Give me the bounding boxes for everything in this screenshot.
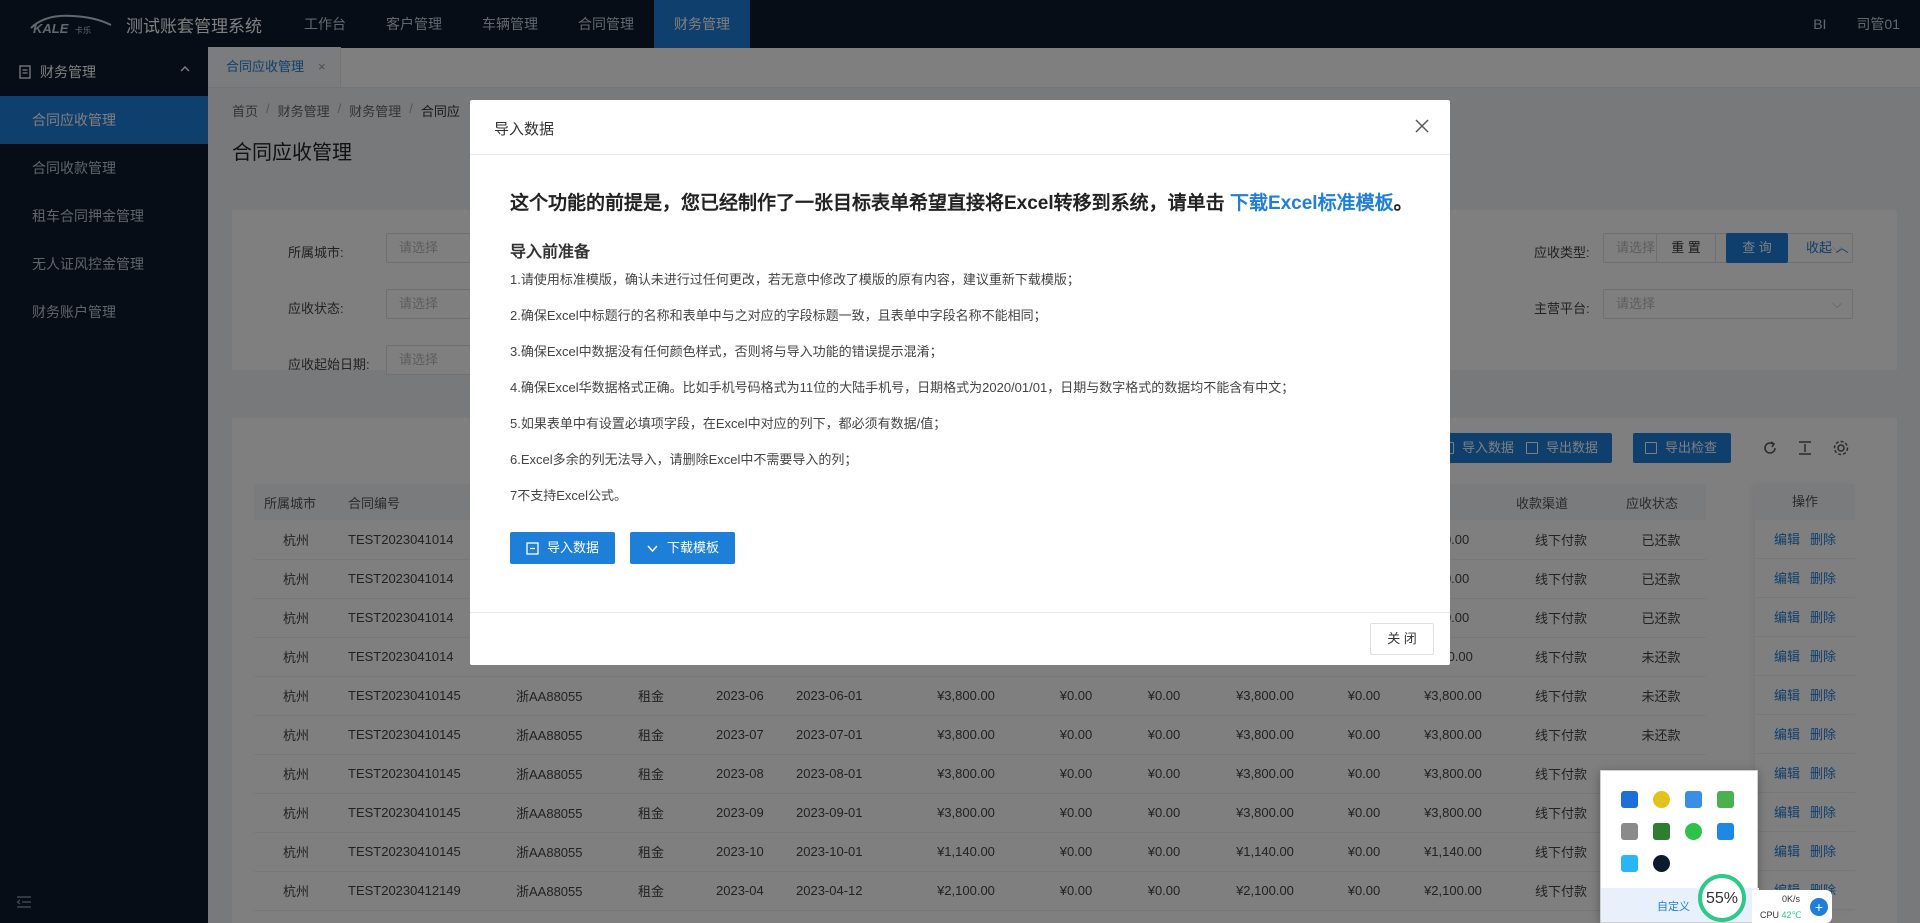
headline-end: 。: [1393, 193, 1413, 214]
rule-item: 1.请使用标准模版，确认未进行过任何更改，若无意中修改了模版的原有内容，建议重新…: [510, 272, 1080, 287]
import-dialog: 导入数据 这个功能的前提是，您已经制作了一张目标表单希望直接将Excel转移到系…: [470, 100, 1450, 665]
download-label: 下载模板: [667, 540, 720, 555]
preparation-heading: 导入前准备: [510, 244, 591, 261]
customize-link[interactable]: 自定义: [1657, 898, 1690, 914]
import-data-button[interactable]: 导入数据: [510, 532, 616, 564]
app-tray-icon[interactable]: [1621, 791, 1638, 808]
memory-gauge[interactable]: 55%: [1698, 874, 1746, 922]
rules-list: 1.请使用标准模版，确认未进行过任何更改，若无意中修改了模版的原有内容，建议重新…: [510, 271, 1294, 523]
wechat-tray-icon[interactable]: [1685, 823, 1702, 840]
dialog-title: 导入数据: [494, 121, 555, 138]
usb-tray-icon[interactable]: [1621, 823, 1638, 840]
dialog-headline: 这个功能的前提是，您已经制作了一张目标表单希望直接将Excel转移到系统，请单击…: [510, 188, 1413, 215]
dialog-footer: 关 闭: [470, 612, 1450, 665]
chevron-down-icon: [647, 545, 658, 553]
app-tray-icon[interactable]: [1685, 791, 1702, 808]
rule-item: 7不支持Excel公式。: [510, 488, 628, 503]
rule-item: 4.确保Excel华数据格式正确。比如手机号码格式为11位的大陆手机号，日期格式…: [510, 380, 1295, 395]
app-tray-icon[interactable]: [1653, 791, 1670, 808]
close-icon[interactable]: [1412, 116, 1432, 136]
download-template-button[interactable]: 下载模板: [630, 532, 736, 564]
import-label: 导入数据: [547, 540, 600, 555]
nvidia-tray-icon[interactable]: [1653, 823, 1670, 840]
close-button[interactable]: 关 闭: [1370, 623, 1434, 655]
cpu-temp: 42℃: [1781, 910, 1802, 920]
cpu-label: CPU: [1760, 910, 1780, 920]
cpu-readout: CPU 42℃: [1760, 910, 1802, 921]
headline-text: 这个功能的前提是，您已经制作了一张目标表单希望直接将Excel转移到系统，请单击: [510, 193, 1225, 214]
dialog-header: 导入数据: [470, 100, 1450, 155]
download-template-link[interactable]: 下载Excel标准模板: [1230, 193, 1394, 214]
rule-item: 2.确保Excel中标题行的名称和表单中与之对应的字段标题一致，且表单中字段名称…: [510, 308, 1047, 323]
app-tray-icon[interactable]: [1717, 823, 1734, 840]
import-icon: [526, 542, 539, 555]
app-tray-icon[interactable]: [1621, 855, 1638, 872]
gauge-value: 55%: [1705, 890, 1739, 907]
bluetooth-tray-icon[interactable]: [1653, 855, 1670, 872]
rule-item: 3.确保Excel中数据没有任何颜色样式，否则将与导入功能的错误提示混淆；: [510, 344, 943, 359]
security-tray-icon[interactable]: [1717, 791, 1734, 808]
net-speed: 0K/s: [1782, 894, 1801, 904]
rule-item: 6.Excel多余的列无法导入，请删除Excel中不需要导入的列；: [510, 452, 858, 467]
add-icon[interactable]: +: [1810, 898, 1828, 916]
rule-item: 5.如果表单中有设置必填项字段，在Excel中对应的列下，都必须有数据/值；: [510, 416, 947, 431]
